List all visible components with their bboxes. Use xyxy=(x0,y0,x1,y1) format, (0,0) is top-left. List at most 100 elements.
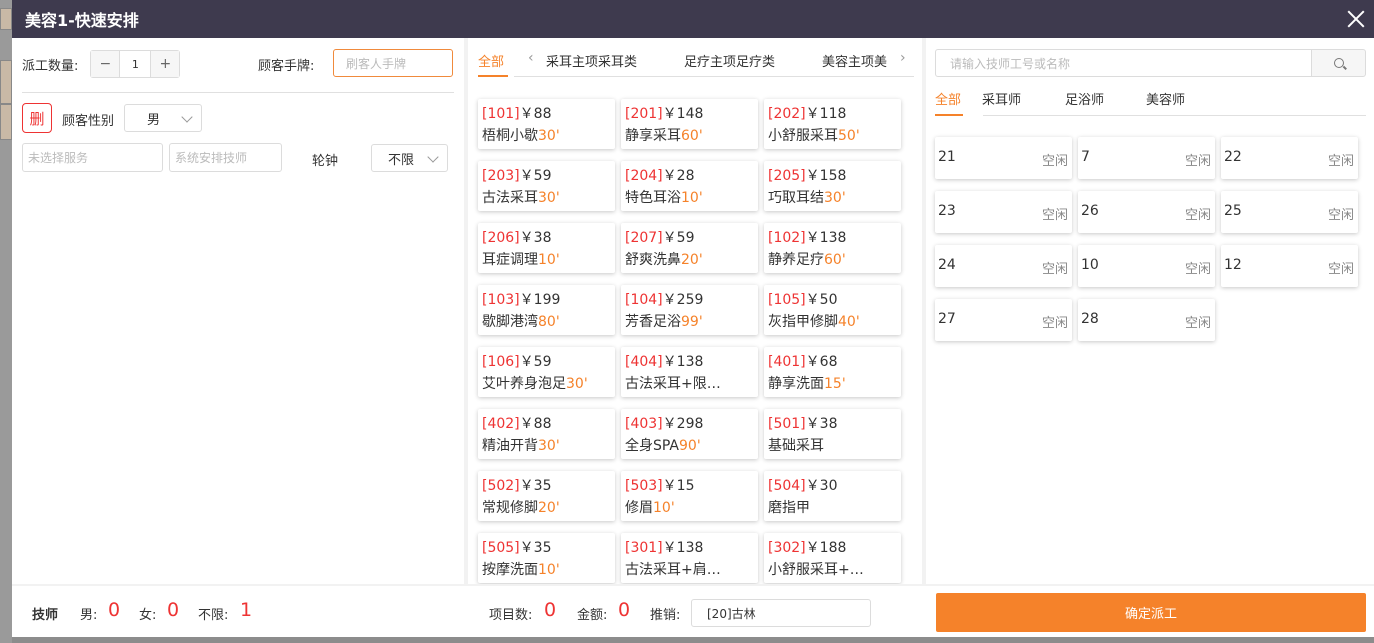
service-name: 全身SPA xyxy=(625,438,680,454)
technician-status: 空闲 xyxy=(1041,154,1068,169)
dispatch-count-label: 派工数量: xyxy=(22,58,79,74)
service-card[interactable]: [201]￥148 静享采耳60' xyxy=(621,99,758,149)
items-count: 0 xyxy=(544,599,557,621)
service-card[interactable]: [502]￥35 常规修脚20' xyxy=(478,471,615,521)
tab-divider xyxy=(983,115,1366,116)
service-card[interactable]: [301]￥138古法采耳+肩…60' xyxy=(621,533,758,583)
technician-card[interactable]: 12 空闲 xyxy=(1221,245,1358,287)
technician-card[interactable]: 7 空闲 xyxy=(1078,137,1215,179)
tab-ear-techs[interactable]: 采耳师 xyxy=(982,89,1021,108)
technician-status: 空闲 xyxy=(1184,316,1211,331)
service-card[interactable]: [103]￥199 歇脚港湾80' xyxy=(478,285,615,335)
service-code: [202] xyxy=(768,106,806,122)
female-label: 女: xyxy=(139,608,157,623)
service-card[interactable]: [503]￥15 修眉10' xyxy=(621,471,758,521)
service-price: ￥188 xyxy=(805,540,847,556)
service-card[interactable]: [101]￥88 梧桐小歇30' xyxy=(478,99,615,149)
technician-card[interactable]: 23 空闲 xyxy=(935,191,1072,233)
search-button[interactable] xyxy=(1311,49,1366,77)
promoter-input[interactable]: [20]古林 xyxy=(691,599,871,627)
service-card[interactable]: [203]￥59 古法采耳30' xyxy=(478,161,615,211)
close-icon[interactable] xyxy=(1344,7,1368,31)
service-code: [201] xyxy=(625,106,663,122)
dispatch-row: 派工数量: − 1 + xyxy=(22,50,181,78)
tab-all-techs[interactable]: 全部 xyxy=(935,89,961,108)
chevron-right-icon[interactable]: › xyxy=(900,50,906,66)
service-card[interactable]: [504]￥30 磨指甲 xyxy=(764,471,901,521)
service-card[interactable]: [206]￥38 耳症调理10' xyxy=(478,223,615,273)
service-name: 静享洗面 xyxy=(768,376,824,392)
delete-button[interactable]: 删 xyxy=(22,103,52,133)
technician-card[interactable]: 27 空闲 xyxy=(935,299,1072,341)
technician-card[interactable]: 24 空闲 xyxy=(935,245,1072,287)
service-name: 古法采耳 xyxy=(482,190,538,206)
service-code: [101] xyxy=(482,106,520,122)
tab-foot-category[interactable]: 足疗主项足疗类 xyxy=(684,51,775,70)
service-code: [501] xyxy=(768,416,806,432)
tab-beauty-techs[interactable]: 美容师 xyxy=(1146,89,1185,108)
service-price: ￥59 xyxy=(519,168,552,184)
service-card[interactable]: [105]￥50 灰指甲修脚40' xyxy=(764,285,901,335)
service-card[interactable]: [505]￥35 按摩洗面10' xyxy=(478,533,615,583)
service-card[interactable]: [501]￥38 基础采耳 xyxy=(764,409,901,459)
service-card[interactable]: [205]￥158 巧取耳结30' xyxy=(764,161,901,211)
dispatch-count-value[interactable]: 1 xyxy=(119,51,152,77)
service-name: 古法采耳+肩… xyxy=(625,562,721,578)
service-price: ￥138 xyxy=(662,354,704,370)
service-card[interactable]: [204]￥28 特色耳浴10' xyxy=(621,161,758,211)
service-card[interactable]: [102]￥138 静养足疗60' xyxy=(764,223,901,273)
background-fragment xyxy=(0,104,12,140)
customer-tag-label: 顾客手牌: xyxy=(258,59,315,74)
confirm-dispatch-button[interactable]: 确定派工 xyxy=(936,593,1366,632)
service-card[interactable]: [302]￥188小舒服采耳+…80' xyxy=(764,533,901,583)
service-duration: 10' xyxy=(653,500,675,516)
tab-ear-category[interactable]: 采耳主项采耳类 xyxy=(546,51,637,70)
technician-card[interactable]: 22 空闲 xyxy=(1221,137,1358,179)
technician-card[interactable]: 28 空闲 xyxy=(1078,299,1215,341)
technician-status: 空闲 xyxy=(1184,262,1211,277)
tab-foot-techs[interactable]: 足浴师 xyxy=(1065,89,1104,108)
service-card[interactable]: [207]￥59 舒爽洗鼻20' xyxy=(621,223,758,273)
clock-select[interactable]: 不限 xyxy=(371,144,448,172)
technician-card[interactable]: 21 空闲 xyxy=(935,137,1072,179)
amount-label: 金额: xyxy=(577,608,608,623)
chevron-left-icon[interactable]: ‹ xyxy=(528,50,534,66)
technician-input[interactable]: 系统安排技师 xyxy=(169,143,282,172)
technician-status: 空闲 xyxy=(1184,208,1211,223)
service-card[interactable]: [104]￥259 芳香足浴99' xyxy=(621,285,758,335)
items-label: 项目数: xyxy=(489,608,533,623)
customer-tag-input[interactable]: 刷客人手牌 xyxy=(333,49,453,77)
decrement-button[interactable]: − xyxy=(91,51,120,77)
service-duration: 20' xyxy=(538,500,560,516)
service-code: [402] xyxy=(482,416,520,432)
service-code: [103] xyxy=(482,292,520,308)
service-price: ￥88 xyxy=(519,416,552,432)
tab-all-services[interactable]: 全部 xyxy=(478,51,504,70)
tab-beauty-category[interactable]: 美容主项美 xyxy=(822,51,887,70)
technician-card[interactable]: 25 空闲 xyxy=(1221,191,1358,233)
service-card[interactable]: [402]￥88 精油开背30' xyxy=(478,409,615,459)
service-code: [301] xyxy=(625,540,663,556)
service-name: 静养足疗 xyxy=(768,252,824,268)
service-name: 静享采耳 xyxy=(625,128,681,144)
technician-number: 21 xyxy=(938,149,956,165)
service-code: [104] xyxy=(625,292,663,308)
service-card[interactable]: [401]￥68 静享洗面15' xyxy=(764,347,901,397)
service-card[interactable]: [202]￥118 小舒服采耳50' xyxy=(764,99,901,149)
technician-status: 空闲 xyxy=(1041,208,1068,223)
increment-button[interactable]: + xyxy=(151,51,180,77)
chevron-down-icon xyxy=(181,111,193,123)
service-card[interactable]: [106]￥59 艾叶养身泡足30' xyxy=(478,347,615,397)
service-input[interactable]: 未选择服务 xyxy=(22,143,163,172)
technician-card[interactable]: 26 空闲 xyxy=(1078,191,1215,233)
service-name: 基础采耳 xyxy=(768,438,824,454)
service-price: ￥35 xyxy=(519,540,552,556)
technician-search-input[interactable]: 请输入技师工号或名称 xyxy=(935,49,1312,77)
service-card[interactable]: [404]￥138古法采耳+限…60' xyxy=(621,347,758,397)
service-card[interactable]: [403]￥298 全身SPA90' xyxy=(621,409,758,459)
technician-card[interactable]: 10 空闲 xyxy=(1078,245,1215,287)
gender-select[interactable]: 男 xyxy=(124,104,202,132)
clock-label: 轮钟 xyxy=(312,154,339,169)
service-price: ￥148 xyxy=(662,106,704,122)
tab-divider xyxy=(514,76,914,77)
